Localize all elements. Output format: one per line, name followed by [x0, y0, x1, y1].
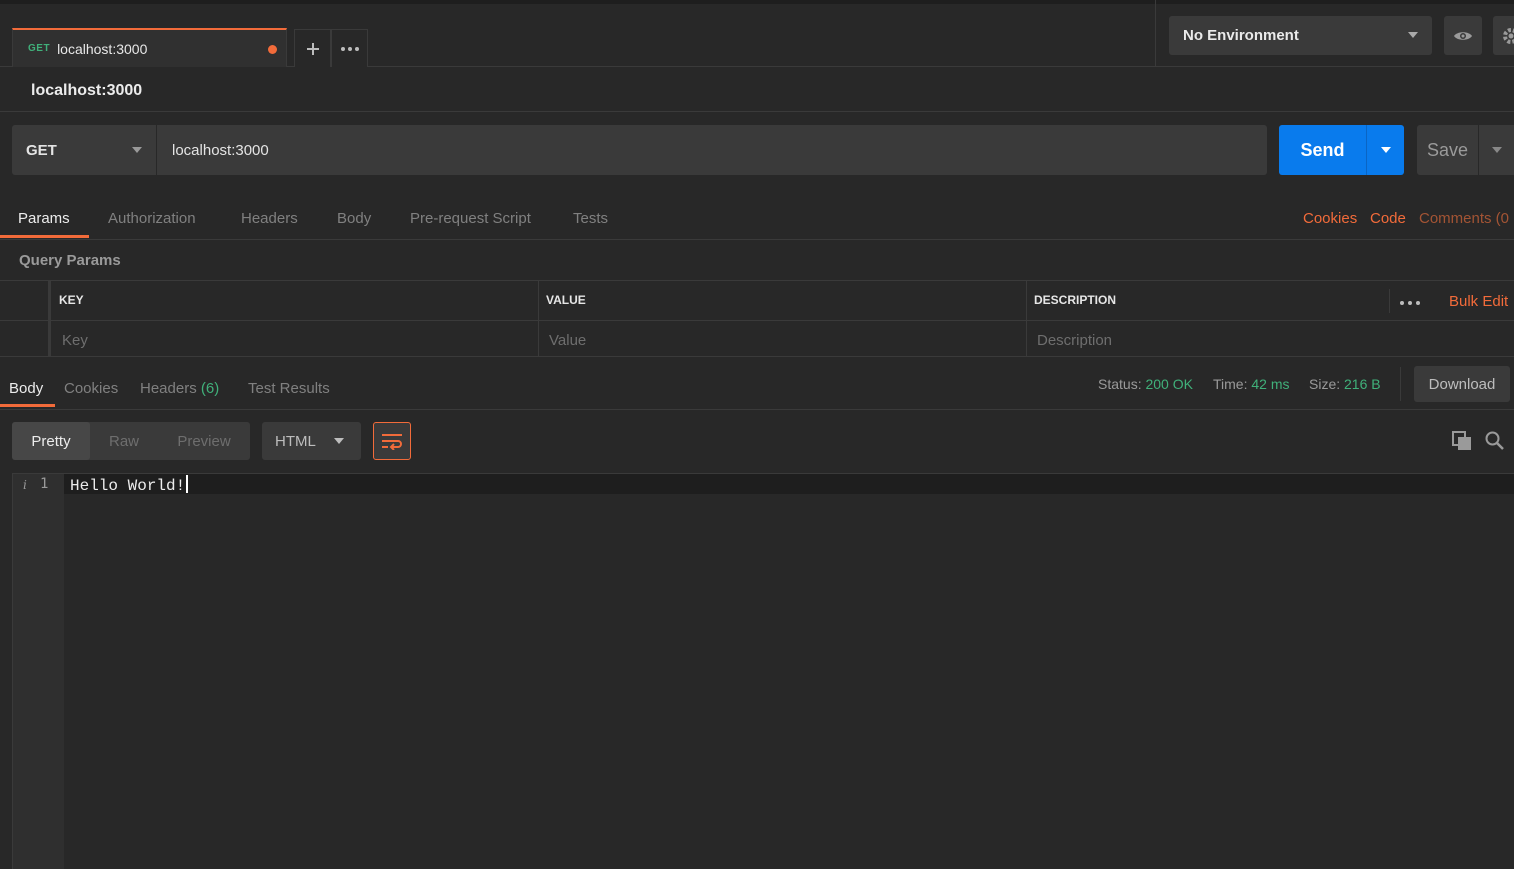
method-select[interactable]: GET: [12, 125, 156, 175]
column-header-key: KEY: [59, 293, 84, 307]
status-label: Status:: [1098, 376, 1142, 392]
table-options-button[interactable]: [1400, 289, 1420, 310]
column-divider: [48, 281, 51, 357]
column-divider: [1389, 289, 1390, 313]
new-tab-button[interactable]: [294, 29, 331, 67]
method-label: GET: [26, 141, 57, 159]
size-value: 216 B: [1344, 376, 1381, 392]
text-cursor: [186, 475, 189, 493]
save-button[interactable]: Save: [1417, 125, 1478, 175]
format-pretty-button[interactable]: Pretty: [12, 422, 90, 460]
response-body-editor[interactable]: i 1 Hello World!: [12, 473, 1514, 869]
tab-authorization[interactable]: Authorization: [108, 210, 196, 227]
tab-response-headers[interactable]: Headers (6): [140, 380, 219, 397]
wrap-lines-icon: [382, 434, 402, 450]
chevron-down-icon: [132, 147, 142, 153]
response-tabs: Body Cookies Headers (6) Test Results St…: [0, 357, 1514, 410]
request-tab[interactable]: GET localhost:3000: [12, 28, 287, 67]
save-options-button[interactable]: [1479, 125, 1514, 175]
chevron-down-icon: [1491, 147, 1502, 153]
wrap-lines-button[interactable]: [373, 422, 411, 460]
table-header-row: [0, 281, 1514, 321]
send-button[interactable]: Send: [1279, 125, 1366, 175]
format-raw-button[interactable]: Raw: [94, 422, 154, 460]
url-input[interactable]: [157, 125, 1267, 175]
chevron-down-icon: [1408, 32, 1418, 38]
request-tab-name: localhost:3000: [57, 40, 148, 57]
language-label: HTML: [275, 432, 316, 450]
environment-select[interactable]: No Environment: [1169, 16, 1432, 55]
request-tabs: Params Authorization Headers Body Pre-re…: [0, 198, 1514, 240]
copy-response-button[interactable]: [1452, 431, 1472, 456]
tab-response-cookies[interactable]: Cookies: [64, 380, 118, 397]
code-link[interactable]: Code: [1370, 210, 1406, 227]
format-toggle-group: Pretty Raw Preview: [12, 422, 250, 460]
value-input[interactable]: Value: [549, 332, 586, 349]
chevron-down-icon: [334, 438, 344, 444]
code-line[interactable]: Hello World!: [70, 475, 189, 495]
search-response-button[interactable]: [1485, 431, 1504, 455]
query-params-title: Query Params: [19, 252, 121, 269]
manage-environments-button[interactable]: [1493, 16, 1514, 55]
tab-body[interactable]: Body: [337, 210, 371, 227]
response-body-text: Hello World!: [70, 477, 186, 495]
divider: [0, 111, 1514, 112]
chevron-down-icon: [1380, 147, 1391, 153]
query-params-table: KEY VALUE DESCRIPTION Bulk Edit Key Valu…: [0, 280, 1514, 357]
plus-icon: [306, 42, 319, 55]
active-line-highlight: [64, 474, 1514, 494]
tab-test-results[interactable]: Test Results: [248, 380, 330, 397]
column-header-value: VALUE: [546, 293, 586, 307]
environment-quick-look-button[interactable]: [1444, 16, 1482, 55]
ellipsis-icon: [1400, 301, 1420, 305]
gear-icon: [1503, 27, 1514, 44]
column-divider: [1026, 281, 1027, 357]
active-tab-indicator: [0, 404, 55, 407]
format-preview-button[interactable]: Preview: [162, 422, 246, 460]
response-headers-label: Headers: [140, 380, 197, 397]
comments-link[interactable]: Comments (0: [1419, 210, 1509, 227]
send-options-button[interactable]: [1366, 125, 1404, 175]
time-label: Time:: [1213, 376, 1248, 392]
time-indicator[interactable]: Time: 42 ms: [1213, 376, 1290, 392]
tab-response-body[interactable]: Body: [9, 380, 43, 397]
description-input[interactable]: Description: [1037, 332, 1112, 349]
size-label: Size:: [1309, 376, 1341, 392]
bulk-edit-link[interactable]: Bulk Edit: [1449, 293, 1508, 310]
key-input[interactable]: Key: [62, 332, 88, 349]
search-icon: [1485, 431, 1504, 450]
tab-pre-request-script[interactable]: Pre-request Script: [410, 210, 531, 227]
language-select[interactable]: HTML: [262, 422, 361, 460]
status-value: 200 OK: [1145, 376, 1193, 392]
info-icon: i: [23, 478, 27, 492]
cookies-link[interactable]: Cookies: [1303, 210, 1357, 227]
environment-label: No Environment: [1183, 27, 1299, 44]
tab-tests[interactable]: Tests: [573, 210, 608, 227]
copy-icon: [1452, 431, 1471, 450]
size-indicator[interactable]: Size: 216 B: [1309, 376, 1381, 392]
divider: [1400, 367, 1401, 401]
tab-headers[interactable]: Headers: [241, 210, 298, 227]
unsaved-dot-icon: [268, 45, 277, 54]
active-tab-indicator: [0, 235, 89, 238]
column-divider: [538, 281, 539, 357]
tab-options-button[interactable]: [331, 29, 368, 67]
status-indicator[interactable]: Status: 200 OK: [1098, 376, 1193, 392]
response-headers-count: (6): [200, 380, 220, 397]
eye-icon: [1454, 31, 1472, 40]
request-tab-method: GET: [28, 43, 51, 54]
column-header-description: DESCRIPTION: [1034, 293, 1117, 307]
request-title[interactable]: localhost:3000: [31, 82, 142, 100]
line-number: 1: [40, 476, 49, 492]
line-gutter: i 1: [12, 474, 64, 869]
ellipsis-icon: [340, 46, 359, 51]
time-value: 42 ms: [1251, 376, 1290, 392]
download-button[interactable]: Download: [1414, 366, 1510, 402]
tab-params[interactable]: Params: [18, 210, 70, 227]
